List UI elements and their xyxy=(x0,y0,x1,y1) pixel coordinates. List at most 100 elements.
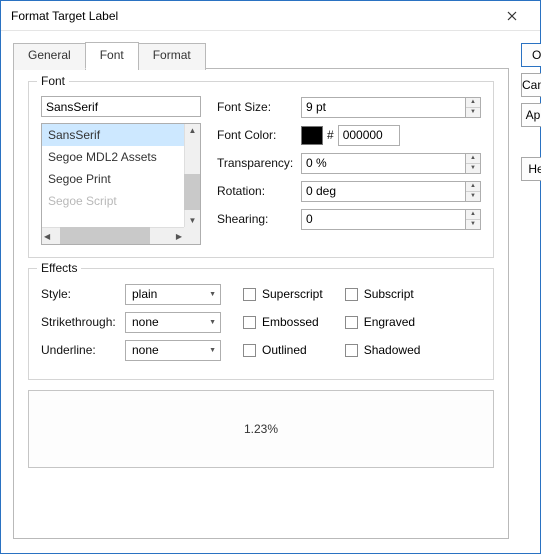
spin-up-icon[interactable]: ▲ xyxy=(466,98,480,108)
window-title: Format Target Label xyxy=(11,9,492,23)
cancel-button[interactable]: Cancel xyxy=(521,73,541,97)
preview-text: 1.23% xyxy=(244,422,278,436)
font-list-items: SansSerif Segoe MDL2 Assets Segoe Print … xyxy=(42,124,184,212)
vertical-scroll-thumb[interactable] xyxy=(184,174,200,210)
dialog-window: Format Target Label General Font Format … xyxy=(0,0,541,554)
font-row: SansSerif Segoe MDL2 Assets Segoe Print … xyxy=(41,96,481,245)
shearing-input[interactable] xyxy=(301,209,465,230)
superscript-checkbox[interactable]: Superscript xyxy=(243,283,323,305)
embossed-checkbox[interactable]: Embossed xyxy=(243,311,323,333)
font-list-item[interactable]: Segoe Script xyxy=(42,190,184,212)
rotation-spin-buttons: ▲▼ xyxy=(465,181,481,202)
preview-area: 1.23% xyxy=(28,390,494,468)
horizontal-scroll-thumb[interactable] xyxy=(60,227,150,244)
font-color-hex-input[interactable] xyxy=(338,125,400,146)
engraved-checkbox[interactable]: Engraved xyxy=(345,311,421,333)
subscript-label: Subscript xyxy=(364,287,414,301)
strike-label: Strikethrough: xyxy=(41,315,125,329)
effects-group-title: Effects xyxy=(37,261,81,275)
underline-value: none xyxy=(132,343,159,357)
tab-font[interactable]: Font xyxy=(85,42,139,69)
spin-up-icon[interactable]: ▲ xyxy=(466,154,480,164)
title-bar: Format Target Label xyxy=(1,1,540,31)
effects-checks-col2: Subscript Engraved Shadowed xyxy=(345,283,421,367)
dialog-body: General Font Format Font SansSerif Segoe… xyxy=(1,31,540,553)
outlined-label: Outlined xyxy=(262,343,307,357)
transparency-spin-buttons: ▲▼ xyxy=(465,153,481,174)
button-column: OK Cancel Apply Help xyxy=(521,41,541,539)
transparency-label: Transparency: xyxy=(217,156,301,170)
shadowed-label: Shadowed xyxy=(364,343,421,357)
checkbox-icon xyxy=(345,288,358,301)
font-list-item[interactable]: Segoe Print xyxy=(42,168,184,190)
spin-down-icon[interactable]: ▼ xyxy=(466,220,480,229)
tab-general[interactable]: General xyxy=(13,43,86,70)
checkbox-icon xyxy=(345,344,358,357)
font-size-input[interactable] xyxy=(301,97,465,118)
underline-label: Underline: xyxy=(41,343,125,357)
left-pane: General Font Format Font SansSerif Segoe… xyxy=(13,41,509,539)
transparency-input[interactable] xyxy=(301,153,465,174)
rotation-input[interactable] xyxy=(301,181,465,202)
font-props-column: Font Size: ▲▼ Font Color: # xyxy=(217,96,481,245)
spin-down-icon[interactable]: ▼ xyxy=(466,164,480,173)
strike-value: none xyxy=(132,315,159,329)
spin-up-icon[interactable]: ▲ xyxy=(466,210,480,220)
rotation-spinner[interactable]: ▲▼ xyxy=(301,181,481,202)
effects-group: Effects Style: plain▼ Strikethrough: non… xyxy=(28,268,494,380)
font-list-item[interactable]: SansSerif xyxy=(42,124,184,146)
scroll-corner xyxy=(184,227,200,244)
spin-up-icon[interactable]: ▲ xyxy=(466,182,480,192)
chevron-down-icon: ▼ xyxy=(209,319,216,326)
close-icon xyxy=(507,11,517,21)
shearing-spinner[interactable]: ▲▼ xyxy=(301,209,481,230)
transparency-spinner[interactable]: ▲▼ xyxy=(301,153,481,174)
font-color-label: Font Color: xyxy=(217,128,301,142)
checkbox-icon xyxy=(345,316,358,329)
spin-down-icon[interactable]: ▼ xyxy=(466,108,480,117)
chevron-down-icon: ▼ xyxy=(209,291,216,298)
hash-symbol: # xyxy=(327,128,334,142)
scroll-up-icon: ▲ xyxy=(187,124,199,137)
checkbox-icon xyxy=(243,316,256,329)
font-size-label: Font Size: xyxy=(217,100,301,114)
apply-button[interactable]: Apply xyxy=(521,103,541,127)
font-group-title: Font xyxy=(37,74,69,88)
outlined-checkbox[interactable]: Outlined xyxy=(243,339,323,361)
font-list-column: SansSerif Segoe MDL2 Assets Segoe Print … xyxy=(41,96,201,245)
chevron-down-icon: ▼ xyxy=(209,347,216,354)
checkbox-icon xyxy=(243,344,256,357)
font-color-swatch[interactable] xyxy=(301,126,323,145)
tab-panel-font: Font SansSerif Segoe MDL2 Assets Segoe P… xyxy=(13,68,509,539)
font-name-input[interactable] xyxy=(41,96,201,117)
strike-select[interactable]: none ▼ xyxy=(125,312,221,333)
style-select[interactable]: plain ▼ xyxy=(125,284,221,305)
underline-select[interactable]: none ▼ xyxy=(125,340,221,361)
shadowed-checkbox[interactable]: Shadowed xyxy=(345,339,421,361)
embossed-label: Embossed xyxy=(262,315,319,329)
font-list-item[interactable]: Segoe MDL2 Assets xyxy=(42,146,184,168)
style-label: Style: xyxy=(41,287,125,301)
shearing-spin-buttons: ▲▼ xyxy=(465,209,481,230)
scroll-left-icon: ◀ xyxy=(42,230,52,243)
font-size-spinner[interactable]: ▲▼ xyxy=(301,97,481,118)
spin-down-icon[interactable]: ▼ xyxy=(466,192,480,201)
subscript-checkbox[interactable]: Subscript xyxy=(345,283,421,305)
tab-strip: General Font Format xyxy=(13,41,509,68)
style-value: plain xyxy=(132,287,157,301)
font-group: Font SansSerif Segoe MDL2 Assets Segoe P… xyxy=(28,81,494,258)
scroll-down-icon: ▼ xyxy=(187,214,199,227)
help-button[interactable]: Help xyxy=(521,157,541,181)
engraved-label: Engraved xyxy=(364,315,415,329)
ok-button[interactable]: OK xyxy=(521,43,541,67)
shearing-label: Shearing: xyxy=(217,212,301,226)
rotation-label: Rotation: xyxy=(217,184,301,198)
superscript-label: Superscript xyxy=(262,287,323,301)
effects-columns: Style: plain ▼ Strikethrough: none ▼ Under… xyxy=(41,283,481,367)
effects-checks-col1: Superscript Embossed Outlined xyxy=(243,283,323,367)
font-listbox[interactable]: SansSerif Segoe MDL2 Assets Segoe Print … xyxy=(41,123,201,245)
tab-format[interactable]: Format xyxy=(138,43,206,70)
close-button[interactable] xyxy=(492,2,532,30)
scroll-right-icon: ▶ xyxy=(174,230,184,243)
checkbox-icon xyxy=(243,288,256,301)
